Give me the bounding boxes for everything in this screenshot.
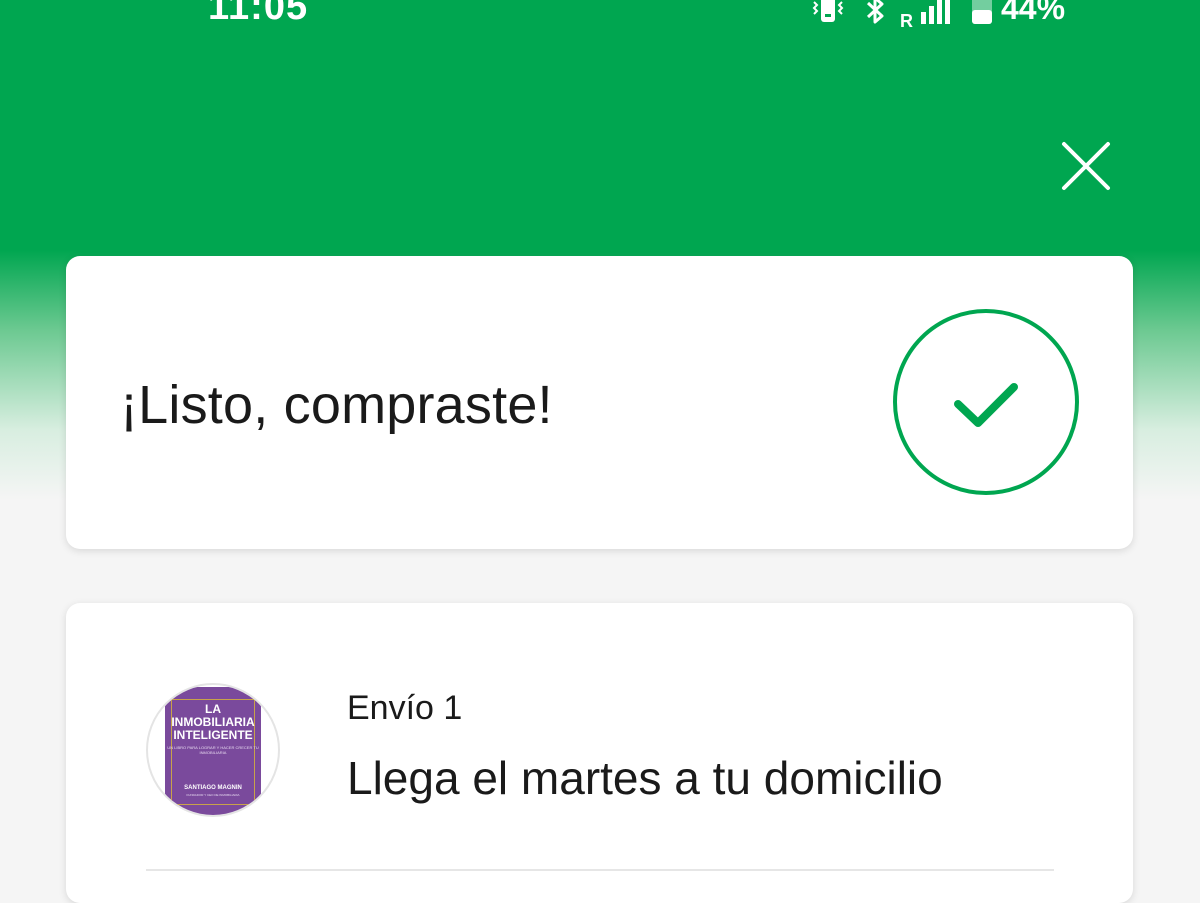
book-cover-title: LA INMOBILIARIA INTELIGENTE [165, 703, 261, 742]
product-thumbnail: LA INMOBILIARIA INTELIGENTE UN LIBRO PAR… [146, 683, 280, 817]
book-title-line-3: INTELIGENTE [173, 728, 253, 742]
status-icons: R 44% [810, 0, 1066, 31]
success-title: ¡Listo, compraste! [120, 375, 553, 435]
shipment-card[interactable]: LA INMOBILIARIA INTELIGENTE UN LIBRO PAR… [66, 603, 1133, 903]
network-type-label: R [900, 10, 913, 31]
shipment-label: Envío 1 [347, 689, 463, 727]
shipment-delivery-title: Llega el martes a tu domicilio [347, 752, 943, 804]
status-bar: 11:05 R 44% [0, 0, 1200, 40]
close-icon [1062, 142, 1110, 190]
book-cover-subtitle: UN LIBRO PARA LOGRAR Y HACER CRECER TU I… [167, 745, 259, 755]
book-cover-author-subtitle: FUNDADOR Y CEO DE INMOBILIARIA [186, 793, 240, 797]
close-button[interactable] [1060, 140, 1112, 192]
book-cover-author: SANTIAGO MAGNIN [184, 785, 242, 791]
battery-icon [971, 0, 993, 28]
status-time: 11:05 [208, 0, 309, 28]
signal-icon [919, 0, 953, 28]
book-cover-image: LA INMOBILIARIA INTELIGENTE UN LIBRO PAR… [165, 687, 261, 815]
check-circle-icon [892, 308, 1080, 496]
purchase-success-card: ¡Listo, compraste! [66, 256, 1133, 549]
vibrate-icon [810, 0, 846, 28]
battery-percentage: 44% [1001, 0, 1066, 26]
bluetooth-icon [864, 0, 888, 28]
